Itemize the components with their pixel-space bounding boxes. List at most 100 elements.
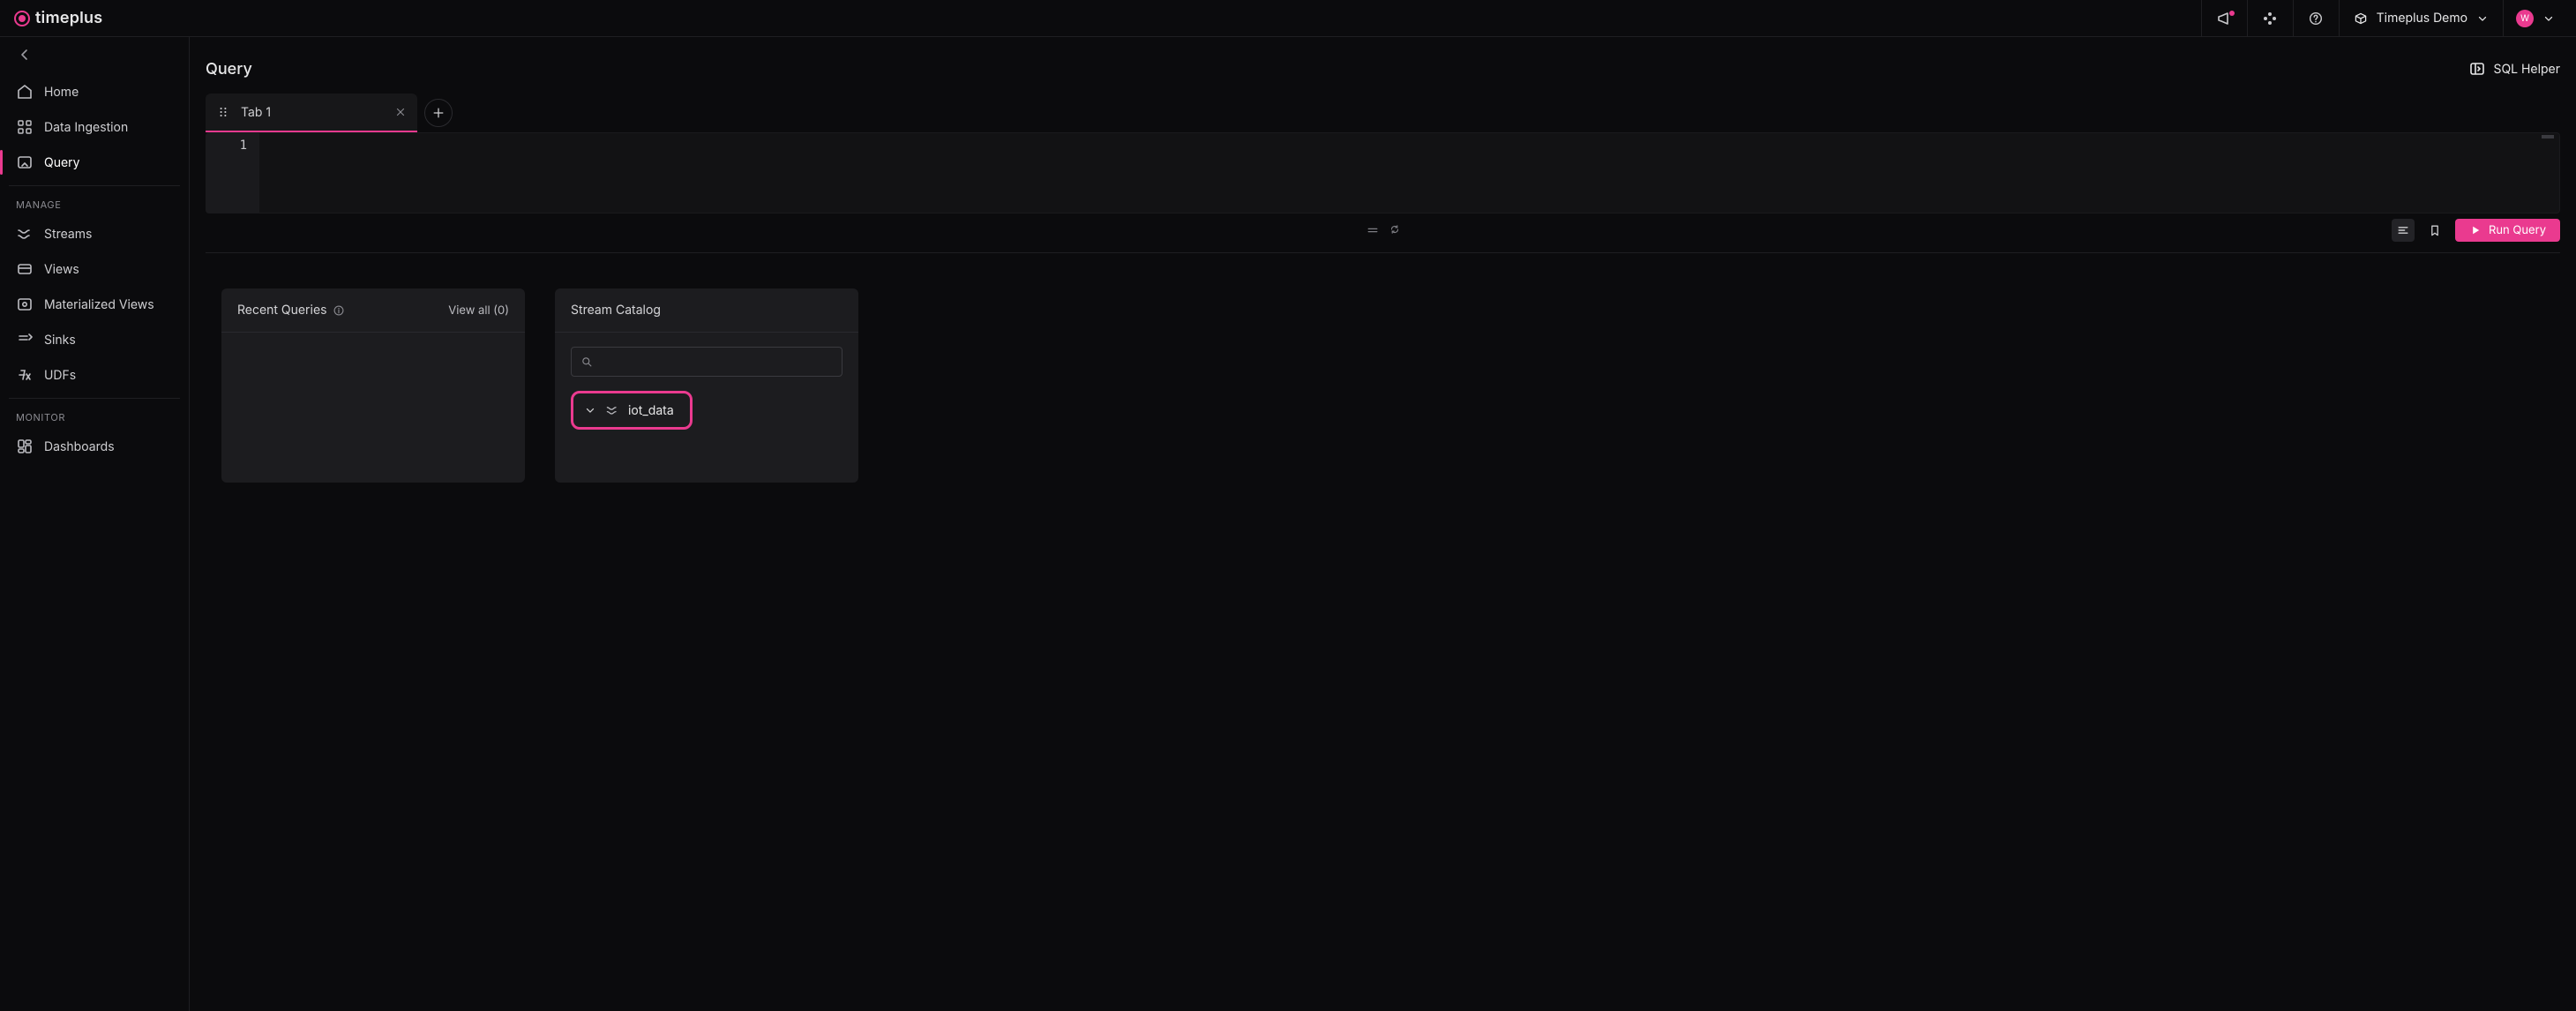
run-query-button[interactable]: Run Query (2455, 219, 2560, 242)
brand-logo-icon (14, 11, 30, 26)
sidebar-item-label: Sinks (44, 333, 76, 348)
home-icon (16, 83, 34, 101)
close-icon (394, 106, 407, 118)
bookmark-icon (2428, 223, 2442, 237)
help-button[interactable] (2293, 0, 2339, 36)
stream-name: iot_data (628, 403, 674, 418)
tab[interactable]: Tab 1 (206, 94, 417, 132)
box-icon (2354, 11, 2368, 26)
search-icon (580, 356, 593, 368)
sidebar-item-query[interactable]: Query (7, 145, 182, 180)
sidebar-item-label: Dashboards (44, 439, 115, 454)
editor-wrap: 1 Run Query (206, 132, 2560, 253)
slack-button[interactable] (2247, 0, 2293, 36)
topbar: timeplus Timeplus Demo W (0, 0, 2576, 37)
sidebar-item-label: Query (44, 155, 80, 170)
notification-dot-icon (2229, 11, 2235, 16)
function-icon (16, 366, 34, 384)
nav-section-manage: MANAGE (7, 191, 182, 216)
format-button[interactable] (2392, 219, 2415, 242)
card-title: Stream Catalog (571, 303, 661, 318)
format-icon (2396, 223, 2410, 237)
main-head: Query SQL Helper (206, 48, 2560, 90)
sql-editor[interactable]: 1 (206, 132, 2560, 213)
catalog-search[interactable] (571, 347, 842, 377)
drag-handle-icon[interactable] (216, 105, 230, 119)
slack-icon (2261, 10, 2279, 27)
panels: Recent Queries View all (0) Stream Catal… (206, 253, 2560, 483)
brand[interactable]: timeplus (14, 9, 102, 27)
sidebar-item-label: Data Ingestion (44, 120, 128, 135)
sql-helper-label: SQL Helper (2493, 62, 2560, 77)
recent-queries-card: Recent Queries View all (0) (221, 288, 525, 483)
grip-horizontal-icon (1366, 223, 1380, 237)
avatar: W (2516, 10, 2534, 27)
query-icon (16, 154, 34, 171)
chevron-down-icon (2476, 12, 2489, 25)
nav-section-monitor: MONITOR (7, 404, 182, 429)
views-icon (16, 260, 34, 278)
sql-helper-button[interactable]: SQL Helper (2468, 60, 2560, 78)
sidebar-item-label: Materialized Views (44, 297, 154, 312)
view-all-link[interactable]: View all (0) (448, 303, 509, 318)
add-tab-button[interactable] (424, 99, 453, 127)
materialized-view-icon (16, 296, 34, 313)
info-icon (333, 304, 345, 317)
sidebar-item-home[interactable]: Home (7, 74, 182, 109)
stream-item[interactable]: iot_data (571, 391, 693, 430)
dashboard-icon (16, 438, 34, 455)
sidebar-item-sinks[interactable]: Sinks (7, 322, 182, 357)
workspace-switcher[interactable]: Timeplus Demo (2339, 0, 2504, 36)
bookmark-button[interactable] (2423, 219, 2446, 242)
tabs: Tab 1 (206, 94, 2560, 132)
editor-gutter: 1 (206, 133, 259, 213)
brand-name: timeplus (35, 9, 102, 27)
catalog-search-input[interactable] (600, 355, 833, 369)
chevron-down-icon (584, 404, 596, 416)
refresh-icon (1389, 223, 1401, 236)
topbar-right: Timeplus Demo W (2201, 0, 2564, 36)
sidebar-item-label: Views (44, 262, 79, 277)
nav: Home Data Ingestion Query MANAGE Streams… (0, 74, 189, 464)
page-title: Query (206, 60, 252, 79)
sidebar-item-views[interactable]: Views (7, 251, 182, 287)
stream-catalog-body: iot_data (555, 333, 858, 444)
plus-icon (431, 106, 446, 120)
stream-icon (16, 225, 34, 243)
minimap-icon (2542, 135, 2554, 139)
divider (9, 398, 180, 399)
sidebar-item-label: Streams (44, 227, 92, 242)
card-head: Recent Queries View all (0) (221, 288, 525, 333)
avatar-initial: W (2520, 13, 2529, 24)
sidebar-item-label: Home (44, 85, 79, 100)
collapse-sidebar-button[interactable] (18, 48, 32, 62)
panel-icon (2468, 60, 2486, 78)
divider (9, 185, 180, 186)
sidebar-item-ingestion[interactable]: Data Ingestion (7, 109, 182, 145)
user-menu[interactable]: W (2504, 0, 2564, 36)
sidebar-item-udfs[interactable]: UDFs (7, 357, 182, 393)
resize-handle[interactable] (1366, 223, 1401, 237)
announcements-button[interactable] (2201, 0, 2247, 36)
main: Query SQL Helper Tab 1 1 (190, 37, 2576, 1011)
help-icon (2308, 11, 2324, 26)
tab-label: Tab 1 (241, 105, 271, 120)
chevron-down-icon (2542, 12, 2555, 25)
card-title: Recent Queries (237, 303, 327, 318)
run-query-label: Run Query (2489, 223, 2546, 237)
stream-icon (605, 403, 619, 417)
tab-close-button[interactable] (394, 106, 407, 118)
grid-icon (16, 118, 34, 136)
recent-queries-body (221, 333, 525, 361)
stream-catalog-card: Stream Catalog iot_data (555, 288, 858, 483)
sidebar-item-dashboards[interactable]: Dashboards (7, 429, 182, 464)
play-icon (2469, 224, 2482, 236)
line-number: 1 (240, 139, 247, 153)
sidebar-item-matviews[interactable]: Materialized Views (7, 287, 182, 322)
sidebar-item-streams[interactable]: Streams (7, 216, 182, 251)
chevron-left-icon (18, 48, 32, 62)
sidebar-item-label: UDFs (44, 368, 76, 383)
workspace-label: Timeplus Demo (2377, 11, 2467, 26)
sink-icon (16, 331, 34, 348)
sidebar: Home Data Ingestion Query MANAGE Streams… (0, 37, 190, 1011)
